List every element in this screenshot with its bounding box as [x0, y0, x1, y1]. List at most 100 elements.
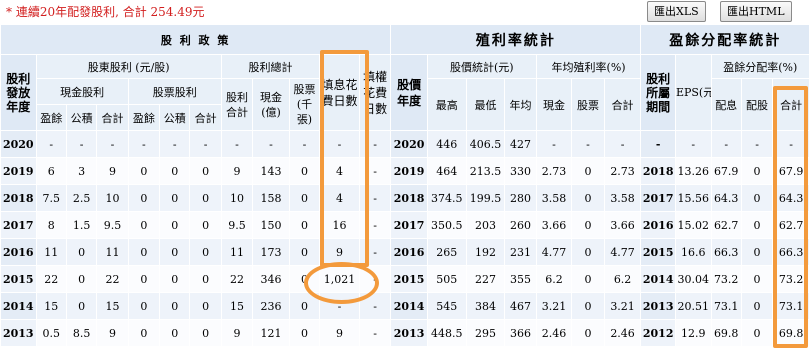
cell-cash-reserve: 2.5 [65, 184, 98, 212]
cell-fill-dividend-days: 9 [319, 319, 360, 347]
stock-dividend-header: 股票股利 [127, 78, 222, 105]
cell-cash-reserve: 0 [65, 238, 98, 266]
cell-cash-amount: 173 [252, 238, 290, 266]
cash-subtotal-header: 合計 [96, 104, 129, 131]
cell-payout-total: 67.9 [772, 157, 810, 185]
cell-stock-subtotal: 0 [189, 238, 222, 266]
cell-price-low: 203 [465, 211, 506, 239]
cell-yield-stock: 0 [571, 292, 605, 320]
cell-yield-cash: 3.58 [535, 184, 573, 212]
cell-fill-dividend-days: - [319, 292, 360, 320]
price-year-header: 股價年度 [390, 54, 428, 131]
cell-price-year: 2015 [390, 265, 428, 293]
cell-yield-total: 2.46 [603, 319, 642, 347]
cell-cash-amount: 143 [252, 157, 290, 185]
cell-yield-stock: 0 [571, 265, 605, 293]
cell-stock-earnings: 0 [127, 292, 161, 320]
stock-amount-header: 股票(千張) [288, 78, 321, 131]
cell-stock-reserve: 0 [159, 157, 191, 185]
cell-cash-earnings: 0.5 [35, 319, 67, 347]
cell-payout-stock: 0 [740, 184, 774, 212]
cell-cash-subtotal: - [96, 130, 129, 158]
cell-cash-reserve: 0 [65, 292, 98, 320]
cell-payout-cash: - [710, 130, 742, 158]
cell-stock-subtotal: 0 [189, 184, 222, 212]
cell-fill-dividend-days: 16 [319, 211, 360, 239]
cell-price-avg: 366 [504, 319, 537, 347]
cell-price-year: 2020 [390, 130, 428, 158]
cell-price-avg: 467 [504, 292, 537, 320]
cell-cash-earnings: 11 [35, 238, 67, 266]
cell-fill-right-days: - [358, 157, 392, 185]
cell-dividend-sum: - [220, 130, 254, 158]
export-html-button[interactable]: 匯出HTML [720, 1, 792, 22]
cell-period: 2014 [640, 265, 676, 293]
cell-price-high: 448.5 [426, 319, 467, 347]
table-row: 2016 11 0 11 0 0 0 11 173 0 9-2016 265 192 231 4.77 0 4.… [0, 238, 810, 266]
cell-payout-cash: 73.2 [710, 265, 742, 293]
payout-stock-header: 配股 [740, 78, 774, 131]
cell-cash-subtotal: 15 [96, 292, 129, 320]
cell-period: 2017 [640, 184, 676, 212]
cell-cash-reserve: 0 [65, 265, 98, 293]
cell-stock-reserve: 0 [159, 238, 191, 266]
cell-yield-stock: 0 [571, 211, 605, 239]
payout-total-header: 合計 [772, 78, 810, 131]
export-xls-button[interactable]: 匯出XLS [647, 1, 706, 22]
yield-stock-header: 股票 [571, 78, 605, 131]
yield-total-header: 合計 [603, 78, 642, 131]
cell-yield-stock: 0 [571, 238, 605, 266]
cell-eps: - [674, 130, 712, 158]
cell-dividend-sum: 11 [220, 238, 254, 266]
cell-payout-cash: 73.1 [710, 292, 742, 320]
cell-stock-earnings: 0 [127, 184, 161, 212]
cell-eps: 16.6 [674, 238, 712, 266]
cell-cash-subtotal: 10 [96, 184, 129, 212]
price-stats-header: 股價統計(元) [426, 54, 537, 79]
cell-yield-total: 2.73 [603, 157, 642, 185]
cell-cash-earnings: 8 [35, 211, 67, 239]
cell-fill-dividend-days: - [319, 130, 360, 158]
cell-eps: 15.02 [674, 211, 712, 239]
cell-cash-amount: 150 [252, 211, 290, 239]
cell-cash-earnings: - [35, 130, 67, 158]
cell-fill-right-days: - [358, 211, 392, 239]
cell-stock-reserve: 0 [159, 211, 191, 239]
cell-yield-cash: - [535, 130, 573, 158]
cell-payout-total: 69.8 [772, 319, 810, 347]
cell-stock-reserve: 0 [159, 265, 191, 293]
cell-price-low: 406.5 [465, 130, 506, 158]
cell-price-year: 2013 [390, 319, 428, 347]
cell-payout-total: 73.2 [772, 265, 810, 293]
cell-cash-earnings: 22 [35, 265, 67, 293]
cell-cash-subtotal: 22 [96, 265, 129, 293]
dividend-sum-header: 股利合計 [220, 78, 254, 131]
fill-dividend-days-header: 填息花費日數 [319, 54, 360, 131]
stock-earnings-header: 盈餘 [127, 104, 161, 131]
cell-stock-subtotal: 0 [189, 265, 222, 293]
payout-stats-header: 盈餘分配率統計 [640, 24, 810, 55]
cell-eps: 15.56 [674, 184, 712, 212]
cell-cash-reserve: - [65, 130, 98, 158]
yield-stats-header: 殖利率統計 [390, 24, 642, 55]
top-bar: * 連續20年配發股利, 合計 254.49元 匯出XLS 匯出HTML [0, 0, 810, 24]
cell-period: 2013 [640, 292, 676, 320]
cell-price-avg: 260 [504, 211, 537, 239]
cell-dividend-sum: 15 [220, 292, 254, 320]
cell-fill-dividend-days: 1,021 [319, 265, 360, 293]
cell-cash-subtotal: 9.5 [96, 211, 129, 239]
cell-price-low: 384 [465, 292, 506, 320]
cell-year: 2020 [0, 130, 37, 158]
cell-yield-cash: 4.77 [535, 238, 573, 266]
cell-stock-amount: 0 [288, 211, 321, 239]
cell-stock-amount: 0 [288, 184, 321, 212]
cell-fill-right-days: - [358, 130, 392, 158]
cell-yield-total: 3.58 [603, 184, 642, 212]
table-row: 2018 7.5 2.5 10 0 0 0 10 158 0 4-2018 374.5 199.5 280… [0, 184, 810, 212]
cell-yield-total: 3.66 [603, 211, 642, 239]
cell-year: 2019 [0, 157, 37, 185]
cell-payout-stock: 0 [740, 265, 774, 293]
cell-cash-amount: - [252, 130, 290, 158]
cell-payout-cash: 69.8 [710, 319, 742, 347]
cell-cash-earnings: 7.5 [35, 184, 67, 212]
